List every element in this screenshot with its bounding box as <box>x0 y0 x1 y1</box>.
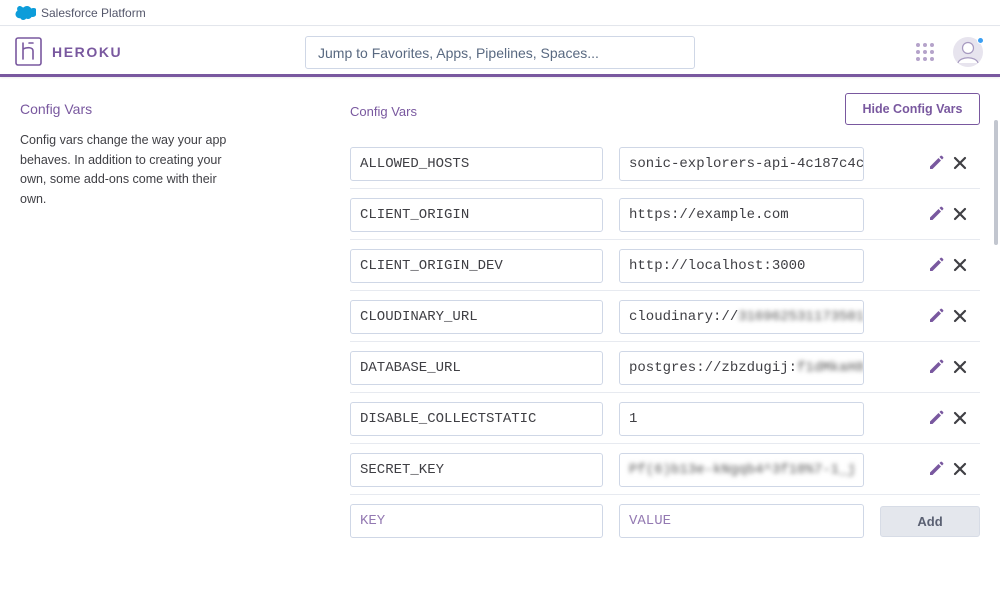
add-button[interactable]: Add <box>880 506 980 537</box>
heroku-wordmark[interactable]: HEROKU <box>52 44 122 60</box>
config-var-value-text: https://example.com <box>629 207 789 223</box>
config-var-row: ALLOWED_HOSTS sonic-explorers-api-4c187c… <box>350 138 980 189</box>
config-var-value[interactable]: https://example.com <box>619 198 864 232</box>
pencil-icon[interactable] <box>928 155 944 171</box>
config-var-row: DATABASE_URL postgres://zbzdugij: f1dMkaH… <box>350 342 980 393</box>
section-title: Config Vars <box>20 101 93 117</box>
masked-value-text: Pf(6)b13e-kNgqb4^3f10%7-1_j <box>629 462 856 478</box>
config-var-row: SECRET_KEY Pf(6)b13e-kNgqb4^3f10%7-1_j <box>350 444 980 495</box>
config-var-value-text: cloudinary:// <box>629 309 739 325</box>
config-var-value-text: 1 <box>629 411 638 427</box>
close-icon[interactable] <box>953 411 967 425</box>
close-icon[interactable] <box>953 360 967 374</box>
section-description: Config vars change the way your app beha… <box>20 133 227 206</box>
pencil-icon[interactable] <box>928 308 944 324</box>
config-var-value[interactable]: Pf(6)b13e-kNgqb4^3f10%7-1_j <box>619 453 864 487</box>
config-var-key[interactable]: CLOUDINARY_URL <box>350 300 603 334</box>
config-var-row: CLIENT_ORIGIN https://example.com <box>350 189 980 240</box>
close-icon[interactable] <box>953 258 967 272</box>
config-var-value[interactable]: http://localhost:3000 <box>619 249 864 283</box>
config-var-value[interactable]: postgres://zbzdugij: f1dMkaH8 <box>619 351 864 385</box>
close-icon[interactable] <box>953 462 967 476</box>
pencil-icon[interactable] <box>928 410 944 426</box>
salesforce-platform-label: Salesforce Platform <box>41 5 146 20</box>
config-var-key[interactable]: CLIENT_ORIGIN_DEV <box>350 249 603 283</box>
config-var-key[interactable]: CLIENT_ORIGIN <box>350 198 603 232</box>
hide-config-vars-button[interactable]: Hide Config Vars <box>845 93 980 125</box>
config-var-value[interactable]: sonic-explorers-api-4c187c4c <box>619 147 864 181</box>
config-var-value-text: postgres://zbzdugij: <box>629 360 798 376</box>
grid-dots-icon[interactable] <box>915 42 935 62</box>
search-input[interactable] <box>305 36 695 69</box>
pencil-icon[interactable] <box>928 461 944 477</box>
config-var-row: CLOUDINARY_URL cloudinary://316962531173… <box>350 291 980 342</box>
config-var-value[interactable]: 1 <box>619 402 864 436</box>
config-var-key[interactable]: DATABASE_URL <box>350 351 603 385</box>
config-var-key[interactable]: DISABLE_COLLECTSTATIC <box>350 402 603 436</box>
masked-value-text: 316962531173501 <box>738 309 864 325</box>
pencil-icon[interactable] <box>928 257 944 273</box>
heroku-logo-icon[interactable] <box>15 37 42 66</box>
config-var-value-text: sonic-explorers-api-4c187c4c <box>629 156 864 172</box>
salesforce-cloud-icon <box>15 5 36 20</box>
notification-dot <box>977 37 984 44</box>
pencil-icon[interactable] <box>928 359 944 375</box>
close-icon[interactable] <box>953 156 967 170</box>
config-var-row: DISABLE_COLLECTSTATIC 1 <box>350 393 980 444</box>
config-var-value[interactable]: cloudinary://316962531173501 <box>619 300 864 334</box>
page-scrollbar[interactable] <box>994 120 998 245</box>
salesforce-platform-bar: Salesforce Platform <box>0 0 1000 26</box>
pencil-icon[interactable] <box>928 206 944 222</box>
config-vars-list: ALLOWED_HOSTS sonic-explorers-api-4c187c… <box>350 138 980 495</box>
new-value-input[interactable] <box>619 504 864 538</box>
config-var-key[interactable]: ALLOWED_HOSTS <box>350 147 603 181</box>
close-icon[interactable] <box>953 207 967 221</box>
config-var-row: CLIENT_ORIGIN_DEV http://localhost:3000 <box>350 240 980 291</box>
heroku-header: HEROKU <box>0 27 1000 77</box>
masked-value-text: f1dMkaH8 <box>797 360 864 376</box>
close-icon[interactable] <box>953 309 967 323</box>
new-key-input[interactable] <box>350 504 603 538</box>
config-var-key[interactable]: SECRET_KEY <box>350 453 603 487</box>
add-config-var-row: Add <box>350 504 980 538</box>
config-vars-label: Config Vars <box>350 104 417 119</box>
config-var-value-text: http://localhost:3000 <box>629 258 806 274</box>
